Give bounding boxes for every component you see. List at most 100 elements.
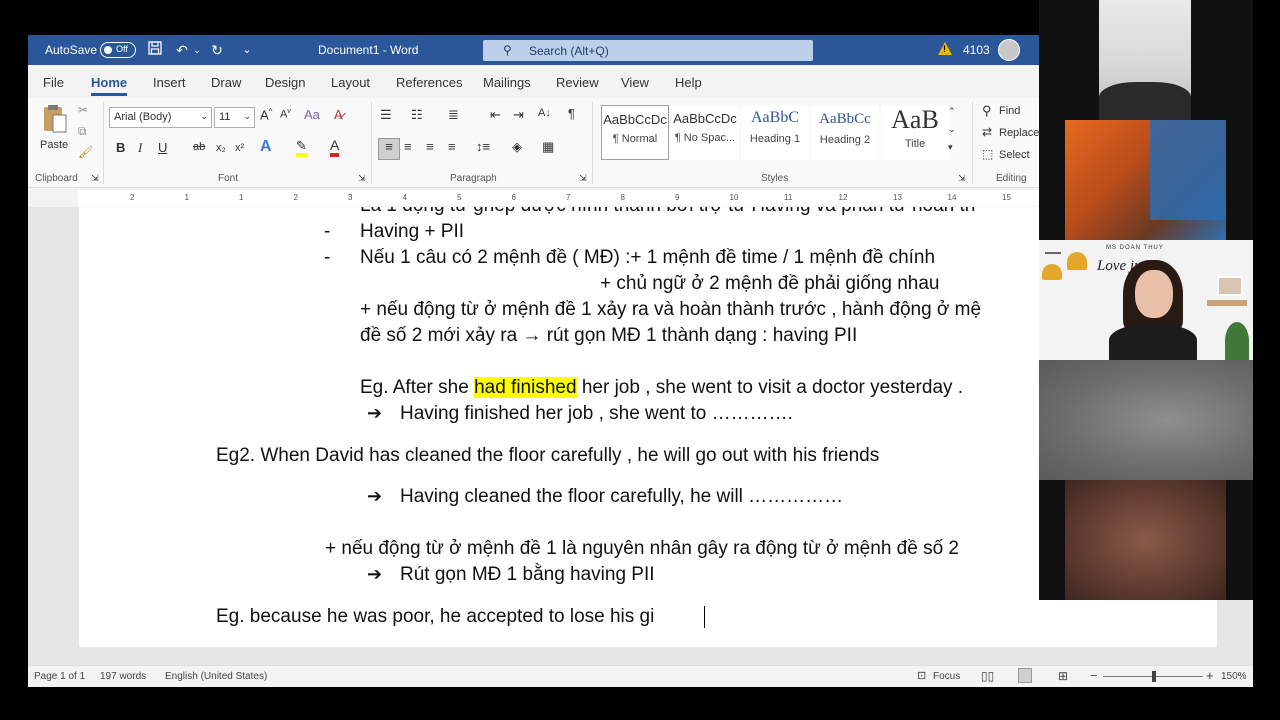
participant-video-teacher[interactable]: MS DOAN THUY Love just y (1039, 240, 1253, 360)
highlight-color-icon[interactable]: ✎ (296, 139, 307, 157)
shading-icon[interactable]: ◈ (512, 139, 522, 155)
participant-video-1[interactable] (1099, 0, 1191, 120)
tab-file[interactable]: File (43, 75, 64, 90)
warning-icon[interactable]: ! (938, 42, 952, 55)
styles-scroll-down-icon[interactable]: ⌄ (948, 124, 956, 135)
style-no-spacing[interactable]: AaBbCcDc ¶ No Spac... (671, 105, 739, 160)
align-center-icon[interactable]: ≡ (404, 139, 412, 154)
copy-icon[interactable]: ⧉ (78, 124, 87, 139)
font-group-label: Font (218, 173, 239, 184)
list-dash: - (324, 247, 331, 268)
doc-line: Nếu 1 câu có 2 mệnh đề ( MĐ) :+ 1 mệnh đ… (360, 247, 936, 268)
paragraph-launcher-icon[interactable]: ⇲ (579, 173, 587, 184)
find-icon[interactable]: ⚲ (982, 103, 992, 119)
select-icon[interactable]: ⬚ (982, 147, 993, 161)
sort-icon[interactable]: A↓ (538, 107, 551, 119)
clipboard-launcher-icon[interactable]: ⇲ (91, 173, 99, 184)
web-layout-icon[interactable]: ⊞ (1058, 669, 1068, 683)
strikethrough-icon[interactable]: ab (193, 141, 205, 153)
zoom-slider-thumb[interactable] (1152, 671, 1156, 682)
word-count[interactable]: 197 words (100, 671, 146, 682)
page-count[interactable]: Page 1 of 1 (34, 671, 85, 682)
tab-layout[interactable]: Layout (331, 75, 370, 90)
change-case-icon[interactable]: Aa (304, 107, 320, 122)
align-left-icon[interactable]: ≡ (378, 138, 400, 160)
replace-icon[interactable]: ⇄ (982, 125, 992, 139)
group-divider (592, 102, 593, 184)
shrink-font-icon[interactable]: Av (280, 108, 291, 121)
style-heading-2[interactable]: AaBbCc Heading 2 (811, 105, 879, 160)
borders-icon[interactable]: ▦ (542, 139, 554, 155)
show-formatting-marks-icon[interactable]: ¶ (568, 106, 575, 121)
paste-label[interactable]: Paste (40, 139, 68, 151)
save-icon[interactable] (146, 41, 164, 59)
redo-icon[interactable]: ↻ (208, 41, 226, 59)
lamp-icon (1067, 252, 1087, 270)
tab-review[interactable]: Review (556, 75, 599, 90)
chevron-down-icon: ⌄ (243, 111, 251, 121)
tab-design[interactable]: Design (265, 75, 305, 90)
doc-line: + chủ ngữ ở 2 mệnh đề phải giống nhau (600, 273, 940, 294)
font-color-icon[interactable]: A (330, 138, 340, 157)
undo-dropdown-icon[interactable]: ⌄ (188, 41, 206, 59)
tab-references[interactable]: References (396, 75, 462, 90)
superscript-icon[interactable]: x² (235, 142, 244, 154)
font-size-select[interactable]: 11 ⌄ (214, 107, 255, 128)
language[interactable]: English (United States) (165, 671, 267, 682)
select-label[interactable]: Select (999, 149, 1030, 161)
find-label[interactable]: Find (999, 105, 1020, 117)
teacher-face (1135, 270, 1173, 318)
styles-more-icon[interactable]: ▾ (948, 142, 953, 153)
clear-formatting-icon[interactable]: A̷ (334, 107, 343, 122)
focus-mode[interactable]: Focus (933, 671, 960, 682)
bold-icon[interactable]: B (116, 140, 125, 155)
style-name: ¶ No Spac... (674, 132, 736, 144)
style-title[interactable]: AaB Title (881, 105, 949, 160)
increase-indent-icon[interactable]: ⇥ (513, 107, 524, 123)
align-right-icon[interactable]: ≡ (426, 139, 434, 154)
bullets-icon[interactable]: ☰ (380, 107, 392, 123)
numbering-icon[interactable]: ☷ (411, 107, 423, 123)
tab-insert[interactable]: Insert (153, 75, 186, 90)
tab-help[interactable]: Help (675, 75, 702, 90)
autosave-toggle[interactable]: Off (100, 42, 136, 58)
participant-video-2[interactable] (1065, 120, 1226, 240)
style-normal[interactable]: AaBbCcDc ¶ Normal (601, 105, 669, 160)
style-heading-1[interactable]: AaBbC Heading 1 (741, 105, 809, 160)
text-effects-icon[interactable]: A (260, 138, 272, 156)
participant-video-5[interactable] (1065, 480, 1226, 600)
zoom-level[interactable]: 150% (1221, 671, 1247, 682)
print-layout-icon[interactable] (1018, 668, 1032, 683)
underline-icon[interactable]: U (158, 140, 167, 155)
font-name-select[interactable]: Arial (Body) ⌄ (109, 107, 212, 128)
style-preview: AaB (891, 105, 939, 134)
zoom-in-icon[interactable]: + (1206, 668, 1214, 683)
italic-icon[interactable]: I (138, 140, 142, 156)
zoom-out-icon[interactable]: − (1090, 668, 1098, 683)
grow-font-icon[interactable]: A^ (260, 107, 272, 122)
ruler-number: 6 (511, 193, 516, 202)
tab-home[interactable]: Home (91, 75, 128, 96)
subscript-icon[interactable]: x₂ (216, 142, 226, 154)
styles-scroll-up-icon[interactable]: ⌃ (948, 106, 956, 117)
tab-draw[interactable]: Draw (211, 75, 241, 90)
paste-icon[interactable] (40, 103, 70, 137)
cut-icon[interactable]: ✂ (78, 103, 88, 117)
multilevel-list-icon[interactable]: ≣ (448, 107, 459, 123)
list-dash: - (324, 221, 331, 242)
font-launcher-icon[interactable]: ⇲ (358, 173, 366, 184)
customize-quick-access-icon[interactable]: ⌄ (238, 41, 256, 59)
styles-launcher-icon[interactable]: ⇲ (958, 173, 966, 184)
tab-view[interactable]: View (621, 75, 649, 90)
avatar[interactable] (998, 39, 1020, 61)
line-spacing-icon[interactable]: ↕≡ (476, 139, 490, 154)
justify-icon[interactable]: ≡ (448, 139, 456, 154)
format-painter-icon[interactable]: 🖌 (78, 145, 93, 159)
search-box[interactable]: ⚲ Search (Alt+Q) (483, 40, 813, 61)
participant-video-4[interactable] (1039, 360, 1253, 480)
read-mode-icon[interactable]: ▯▯ (981, 669, 994, 683)
tab-mailings[interactable]: Mailings (483, 75, 531, 90)
text-cursor (704, 606, 705, 628)
decrease-indent-icon[interactable]: ⇤ (490, 107, 501, 123)
replace-label[interactable]: Replace (999, 127, 1039, 139)
